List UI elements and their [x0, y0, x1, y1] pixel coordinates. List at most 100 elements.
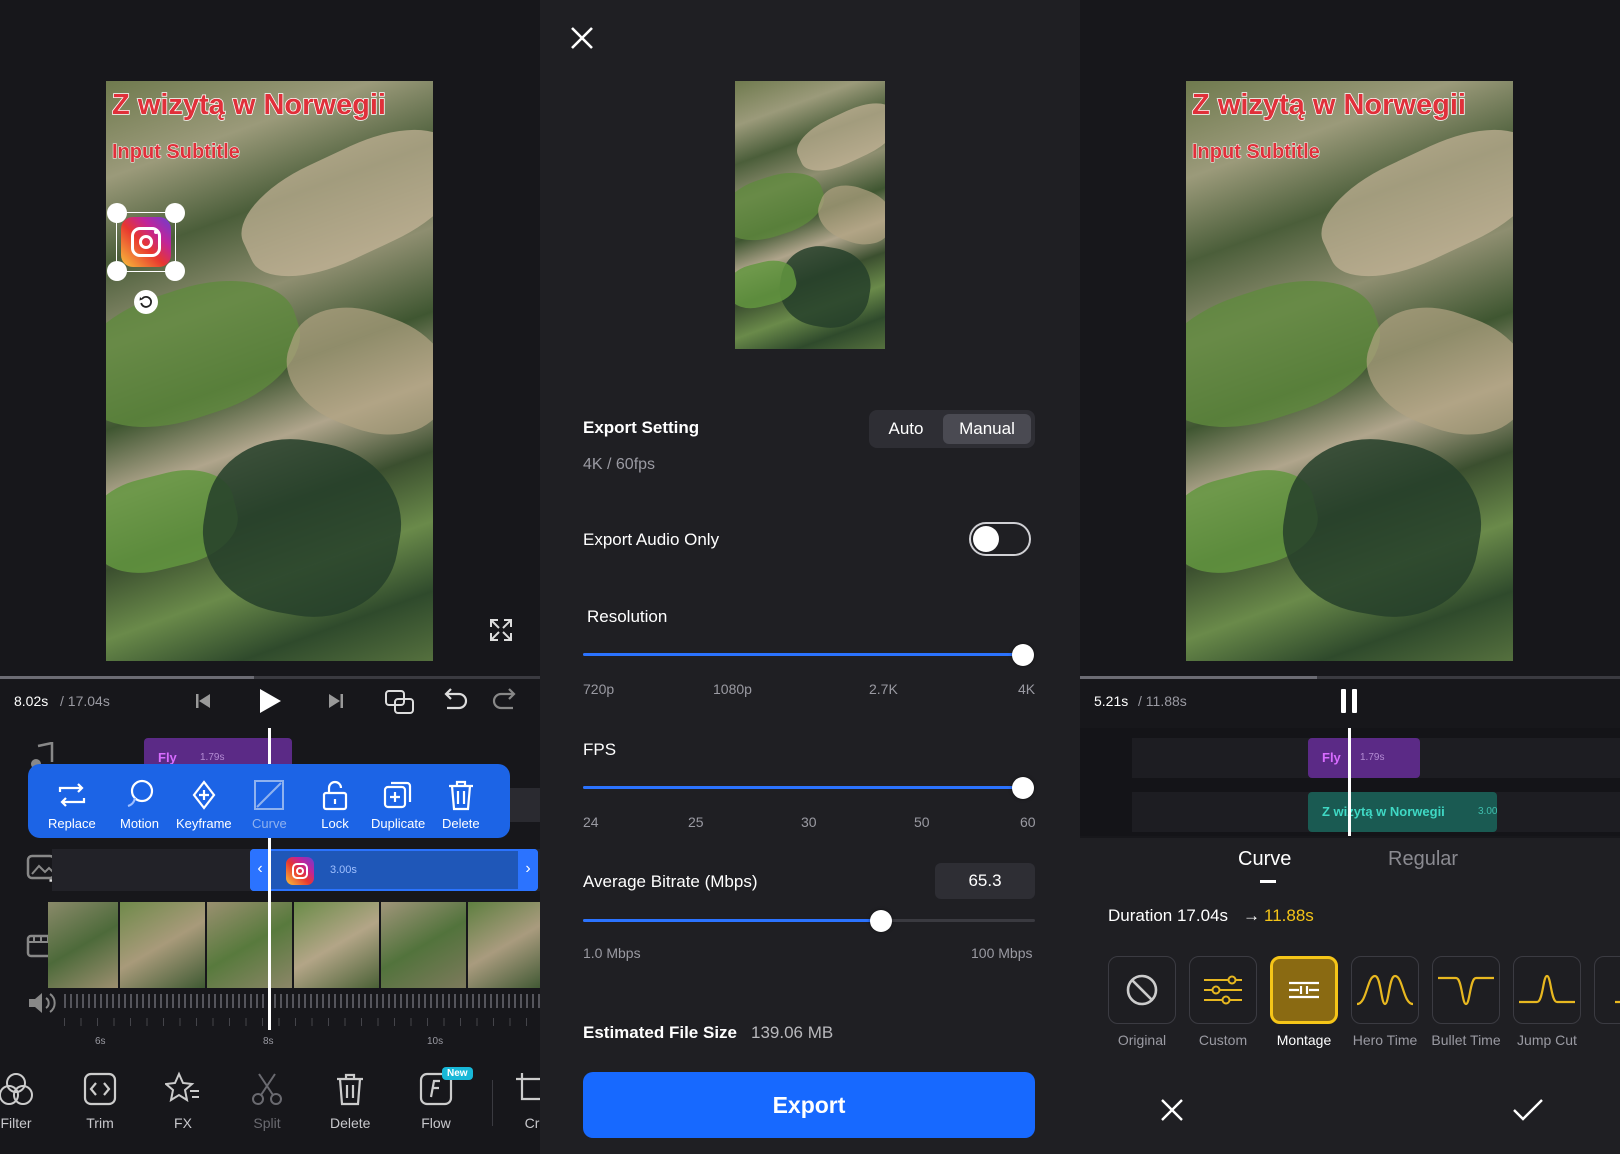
resolution-slider[interactable]: [583, 653, 1023, 656]
layers-icon[interactable]: [384, 688, 416, 721]
motion-button[interactable]: Motion: [120, 778, 159, 831]
flow-button[interactable]: Flow: [418, 1071, 454, 1131]
tab-regular[interactable]: Regular: [1388, 848, 1458, 871]
curve-icon: [254, 780, 285, 810]
curve-icon: [1615, 1000, 1620, 1004]
audio-clip-right[interactable]: Fly 1.79s: [1308, 738, 1420, 778]
instagram-sticker[interactable]: [107, 203, 185, 281]
preset-bullet-time[interactable]: [1432, 956, 1500, 1024]
resolution-knob[interactable]: [1012, 644, 1034, 666]
bitrate-max: 100 Mbps: [971, 945, 1033, 961]
delete-button[interactable]: Delete: [442, 778, 480, 831]
resize-handle-bl[interactable]: [107, 261, 127, 281]
preset-custom[interactable]: [1189, 956, 1257, 1024]
bitrate-slider[interactable]: [583, 919, 1035, 922]
video-title-overlay[interactable]: Z wizytą w Norwegii: [1191, 88, 1466, 122]
hero-time-curve-icon: [1356, 974, 1414, 1006]
replace-icon: [58, 783, 85, 807]
file-size-value: 139.06 MB: [751, 1023, 834, 1042]
speed-sheet: Curve Regular Duration 17.04s → 11.88s O…: [1080, 838, 1620, 1154]
pause-icon[interactable]: [1339, 688, 1359, 719]
duration-original: Duration 17.04s: [1108, 906, 1229, 925]
close-icon[interactable]: [570, 26, 594, 55]
mode-toggle: Auto Manual: [869, 410, 1035, 448]
video-preview[interactable]: Z wizytą w Norwegii Input Subtitle: [106, 81, 433, 661]
fullscreen-icon[interactable]: [487, 616, 515, 649]
jump-cut-curve-icon: [1519, 974, 1575, 1004]
volume-icon[interactable]: [26, 990, 58, 1021]
redo-icon[interactable]: [491, 688, 521, 719]
trash-icon: [337, 1073, 364, 1106]
export-panel: Export Setting 4K / 60fps Auto Manual Ex…: [540, 0, 1080, 1154]
bullet-time-curve-icon: [1438, 976, 1494, 1006]
video-title-overlay[interactable]: Z wizytą w Norwegii: [111, 88, 386, 122]
resolution-tick: 720p: [583, 681, 615, 697]
resolution-tick: 1080p: [713, 681, 752, 697]
confirm-icon[interactable]: [1512, 1098, 1544, 1127]
bitrate-input[interactable]: 65.3: [935, 863, 1035, 899]
motion-icon: [127, 779, 153, 808]
sticker-clip[interactable]: ‹ › 3.00s: [250, 849, 538, 891]
export-setting-label: Export Setting: [583, 418, 700, 437]
audio-only-toggle[interactable]: [969, 522, 1031, 556]
tab-curve[interactable]: Curve: [1238, 848, 1291, 871]
filter-icon: [0, 1073, 33, 1105]
fx-icon: [165, 1071, 199, 1103]
preset-label: Montage: [1276, 1032, 1332, 1048]
resize-handle-br[interactable]: [165, 261, 185, 281]
fps-knob[interactable]: [1012, 777, 1034, 799]
preset-montage[interactable]: [1270, 956, 1338, 1024]
text-clip[interactable]: Z wizytą w Norwegii 3.00: [1308, 792, 1497, 832]
preset-hero-time[interactable]: [1351, 956, 1419, 1024]
fps-slider[interactable]: [583, 786, 1023, 789]
playhead-right[interactable]: [1348, 728, 1351, 836]
undo-icon[interactable]: [439, 688, 469, 719]
crop-button[interactable]: Cr: [514, 1071, 540, 1131]
fx-button[interactable]: FX: [165, 1071, 201, 1131]
bottom-delete-button[interactable]: Delete: [330, 1071, 370, 1131]
preset-original[interactable]: [1108, 956, 1176, 1024]
montage-icon: [1289, 981, 1319, 999]
video-subtitle-overlay[interactable]: Input Subtitle: [1192, 141, 1321, 164]
skip-forward-icon[interactable]: [328, 692, 344, 715]
preset-label: Jump Cut: [1517, 1032, 1577, 1048]
filter-button[interactable]: Filter: [0, 1071, 34, 1131]
resolution-tick: 2.7K: [869, 681, 898, 697]
lock-button[interactable]: Lock: [318, 778, 352, 831]
mode-auto-button[interactable]: Auto: [869, 410, 943, 448]
total-time: / 17.04s: [60, 693, 110, 709]
preset-partial[interactable]: [1594, 956, 1620, 1024]
lock-icon: [322, 780, 348, 811]
video-thumbnails[interactable]: [48, 902, 540, 988]
play-icon[interactable]: [258, 688, 282, 719]
video-preview-right[interactable]: Z wizytą w Norwegii Input Subtitle: [1186, 81, 1513, 661]
duration-new: 11.88s: [1264, 906, 1314, 925]
fps-tick: 24: [583, 814, 599, 830]
resolution-tick: 4K: [1018, 681, 1036, 697]
timeline-right[interactable]: Fly 1.79s Z wizytą w Norwegii 3.00: [1080, 728, 1620, 836]
export-button[interactable]: Export: [583, 1072, 1035, 1138]
cancel-icon[interactable]: [1160, 1098, 1184, 1127]
resize-handle-tl[interactable]: [107, 203, 127, 223]
trim-button[interactable]: Trim: [82, 1071, 118, 1131]
trim-handle-left[interactable]: ‹: [250, 849, 270, 891]
bitrate-knob[interactable]: [870, 910, 892, 932]
video-subtitle-overlay[interactable]: Input Subtitle: [112, 141, 241, 164]
current-time-right: 5.21s: [1094, 693, 1129, 709]
trim-handle-right[interactable]: ›: [518, 849, 538, 891]
duplicate-button[interactable]: Duplicate: [371, 778, 425, 831]
fps-tick: 50: [914, 814, 930, 830]
mode-manual-button[interactable]: Manual: [943, 414, 1031, 444]
ruler-tick: 6s: [95, 1036, 106, 1047]
skip-back-icon[interactable]: [195, 692, 211, 715]
audio-only-label: Export Audio Only: [583, 530, 720, 549]
preset-label: Original: [1117, 1032, 1167, 1048]
time-ruler: [64, 1018, 540, 1026]
playback-progress-right[interactable]: [1080, 676, 1620, 679]
rotate-icon[interactable]: [134, 290, 158, 314]
replace-button[interactable]: Replace: [48, 778, 96, 831]
playback-progress[interactable]: [0, 676, 540, 679]
preset-jump-cut[interactable]: [1513, 956, 1581, 1024]
keyframe-button[interactable]: Keyframe: [176, 778, 232, 831]
resize-handle-tr[interactable]: [165, 203, 185, 223]
